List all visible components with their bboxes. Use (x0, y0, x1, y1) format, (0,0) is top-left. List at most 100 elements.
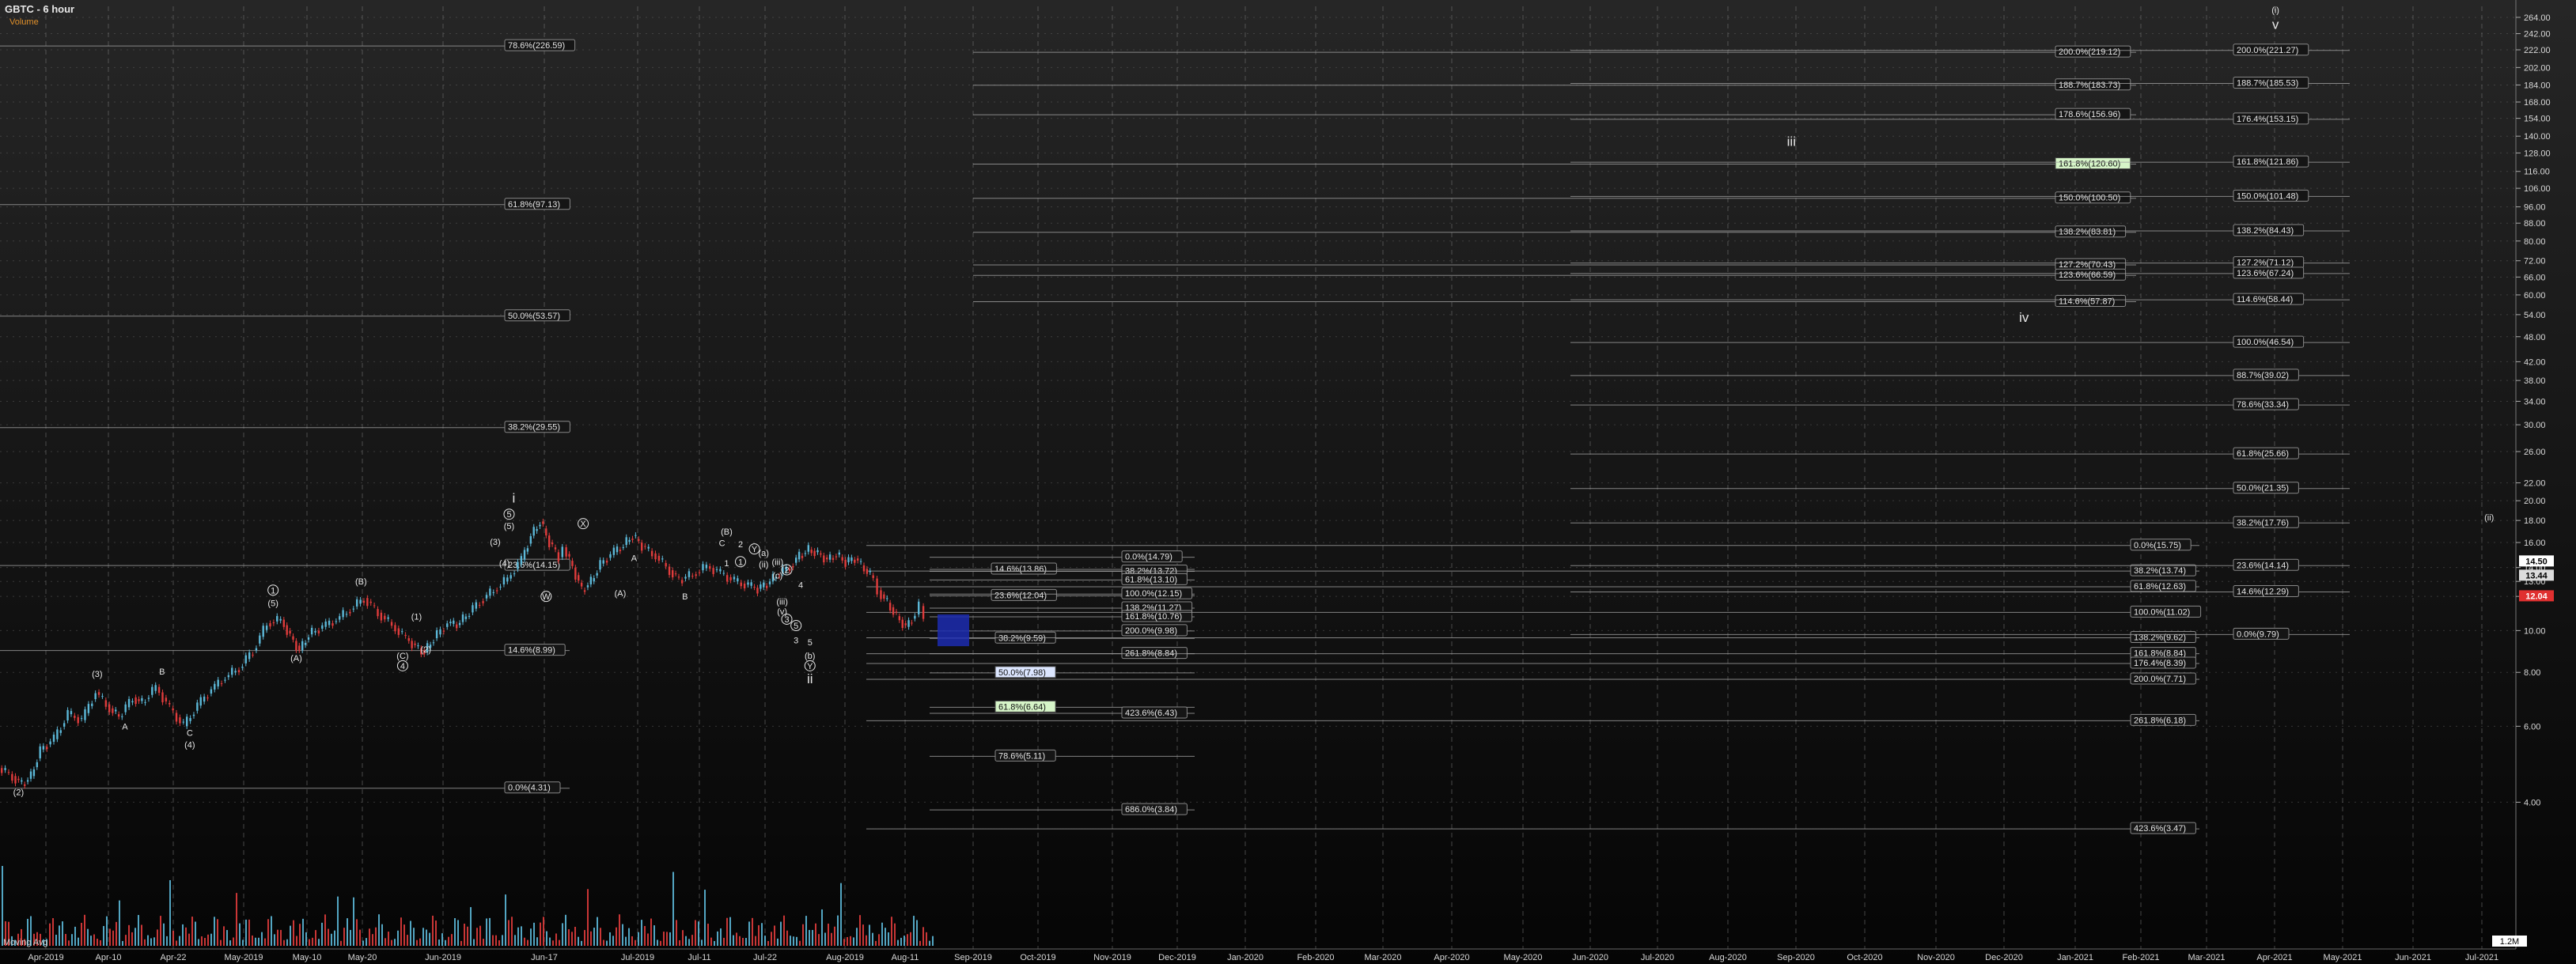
candle-body (828, 554, 832, 560)
y-tick-label: 34.00 (2524, 397, 2546, 406)
wave-label: (5) (504, 522, 514, 531)
candle-body (792, 565, 794, 568)
candle-body (349, 611, 351, 614)
y-tick-label: 154.00 (2524, 115, 2551, 124)
fib-label: 23.6%(12.04) (994, 591, 1047, 600)
candle-body (63, 723, 66, 727)
candle-body (11, 773, 13, 781)
volume-bar (483, 939, 484, 946)
volume-bar (84, 914, 85, 946)
fib-label: 88.7%(39.02) (2237, 371, 2289, 380)
volume-bar (74, 926, 76, 946)
candle-body (304, 642, 307, 645)
volume-bar (726, 917, 728, 946)
wave-label: (4) (499, 559, 510, 569)
volume-bar (859, 915, 861, 946)
candle-body (321, 625, 324, 629)
volume-bar (505, 894, 506, 946)
volume-bar (55, 934, 57, 946)
volume-bar (233, 937, 234, 946)
candle-body (557, 552, 560, 561)
candle-body (712, 568, 714, 574)
wave-label: (a) (759, 549, 769, 558)
candle-body (276, 616, 278, 622)
fib-label: 138.2%(83.81) (2059, 228, 2116, 237)
candle-body (42, 746, 45, 750)
volume-bar (603, 939, 604, 946)
volume-bar (438, 939, 440, 946)
volume-bar (176, 940, 177, 946)
wave-label: C (187, 729, 193, 739)
volume-bar (638, 932, 639, 946)
volume-bar (366, 938, 367, 946)
candle-body (795, 558, 797, 563)
candle-body (342, 610, 344, 618)
volume-bar (429, 932, 430, 946)
volume-bar (476, 928, 478, 946)
volume-bar (68, 940, 70, 946)
y-tick-label: 42.00 (2524, 357, 2546, 367)
volume-label: Moving Avg (3, 938, 48, 947)
x-tick-label: Sep-2019 (954, 953, 992, 962)
volume-bar (717, 931, 718, 946)
fib-label: 114.6%(57.87) (2059, 297, 2115, 306)
x-tick-label: Oct-2020 (1847, 953, 1882, 962)
volume-bar (888, 932, 889, 946)
x-tick-label: Nov-2020 (1917, 953, 1955, 962)
candle-body (339, 616, 341, 620)
y-tick-label: 168.00 (2524, 98, 2551, 108)
candle-body (161, 692, 164, 703)
candle-body (510, 575, 512, 579)
candle-body (857, 558, 859, 561)
volume-bar (274, 934, 275, 946)
candle-body (373, 605, 376, 607)
volume-bar (657, 939, 658, 946)
candle-body (665, 562, 667, 567)
wave-label: (C) (396, 652, 408, 661)
volume-bar (258, 937, 259, 946)
volume-bar (910, 932, 911, 946)
candle-body (121, 716, 123, 717)
volume-bar (312, 937, 313, 946)
candle-body (203, 696, 206, 702)
volume-bar (207, 934, 209, 946)
volume-bar (897, 939, 899, 946)
volume-bar (783, 915, 785, 946)
x-tick-label: Dec-2020 (1985, 953, 2023, 962)
volume-bar (59, 925, 60, 946)
volume-bar (400, 917, 402, 946)
volume-bar (394, 939, 396, 946)
volume-bar (432, 915, 434, 946)
x-tick-label: Sep-2020 (1777, 953, 1815, 962)
candle-body (394, 625, 396, 632)
candle-body (847, 557, 850, 562)
volume-bar (524, 937, 525, 946)
fib-label: 176.4%(153.15) (2237, 115, 2298, 124)
volume-bar (163, 923, 165, 946)
candle-body (674, 573, 677, 575)
candle-body (602, 560, 604, 564)
fib-label: 0.0%(4.31) (508, 784, 551, 793)
candle-body (499, 586, 502, 588)
x-tick-label: Jul-11 (688, 953, 710, 962)
volume-bar (397, 930, 399, 946)
volume-bar (584, 930, 585, 946)
candle-body (886, 598, 888, 599)
volume-bar (2, 866, 3, 946)
y-tick-label: 96.00 (2524, 203, 2546, 213)
volume-bar (663, 932, 665, 946)
volume-bar (903, 936, 905, 946)
candle-body (895, 611, 898, 613)
fib-label: 50.0%(7.98) (998, 668, 1046, 678)
candle-body (647, 546, 650, 549)
volume-bar (381, 924, 383, 946)
y-tick-label: 4.00 (2524, 798, 2540, 807)
volume-bar (502, 935, 503, 946)
volume-bar (255, 937, 256, 946)
candle-body (583, 590, 586, 592)
volume-bar (593, 928, 595, 946)
volume-bar (97, 939, 98, 946)
candle-body (740, 582, 742, 587)
volume-bar (562, 923, 563, 946)
volume-bar (78, 937, 79, 946)
